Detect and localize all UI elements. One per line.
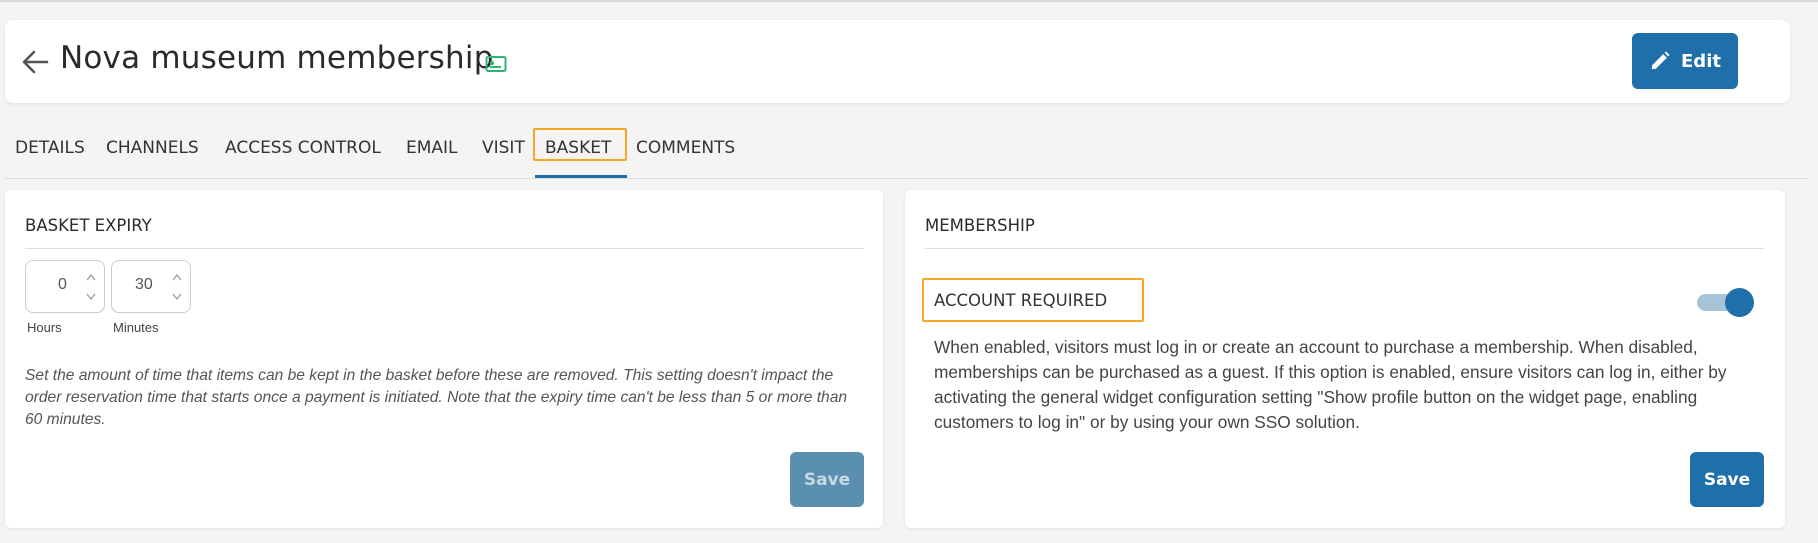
tab-access-control[interactable]: ACCESS CONTROL	[225, 138, 381, 158]
page-header: Nova museum membership Edit	[5, 20, 1790, 103]
edit-button-label: Edit	[1681, 50, 1721, 72]
card-divider	[925, 248, 1764, 249]
minutes-label: Minutes	[113, 320, 159, 335]
card-divider	[25, 248, 864, 249]
tab-comments[interactable]: COMMENTS	[636, 138, 735, 158]
basket-expiry-card: BASKET EXPIRY 0 30 Hours Minutes Set the…	[5, 190, 883, 528]
membership-heading: MEMBERSHIP	[925, 216, 1035, 235]
tab-details[interactable]: DETAILS	[15, 138, 85, 158]
membership-save-button[interactable]: Save	[1690, 452, 1764, 507]
pencil-icon	[1651, 51, 1670, 70]
tab-bar: DETAILS CHANNELS ACCESS CONTROL EMAIL VI…	[0, 128, 1808, 178]
account-required-description: When enabled, visitors must log in or cr…	[934, 337, 1727, 432]
basket-expiry-help-text: Set the amount of time that items can be…	[25, 367, 848, 428]
tab-visit[interactable]: VISIT	[482, 138, 525, 158]
ticket-card-icon	[485, 56, 507, 72]
arrow-left-icon	[22, 50, 49, 74]
stepper-arrows-icon[interactable]	[84, 269, 98, 305]
basket-expiry-heading: BASKET EXPIRY	[25, 216, 152, 235]
membership-card: MEMBERSHIP ACCOUNT REQUIRED When enabled…	[905, 190, 1785, 528]
hours-label: Hours	[27, 320, 62, 335]
page-title: Nova museum membership	[60, 40, 494, 76]
basket-expiry-save-button[interactable]: Save	[790, 452, 864, 507]
top-border	[0, 0, 1818, 2]
tab-channels[interactable]: CHANNELS	[106, 138, 199, 158]
minutes-stepper[interactable]: 30	[111, 260, 191, 313]
tab-divider	[5, 178, 1808, 179]
toggle-knob	[1725, 288, 1754, 317]
stepper-arrows-icon[interactable]	[170, 269, 184, 305]
tab-email[interactable]: EMAIL	[406, 138, 458, 158]
tab-basket[interactable]: BASKET	[545, 138, 611, 158]
hours-stepper[interactable]: 0	[25, 260, 105, 313]
account-required-label: ACCOUNT REQUIRED	[934, 291, 1108, 310]
hours-value: 0	[58, 276, 67, 293]
back-button[interactable]	[19, 46, 51, 78]
minutes-value: 30	[135, 276, 153, 293]
edit-button[interactable]: Edit	[1632, 33, 1738, 89]
account-required-toggle[interactable]	[1697, 288, 1755, 317]
